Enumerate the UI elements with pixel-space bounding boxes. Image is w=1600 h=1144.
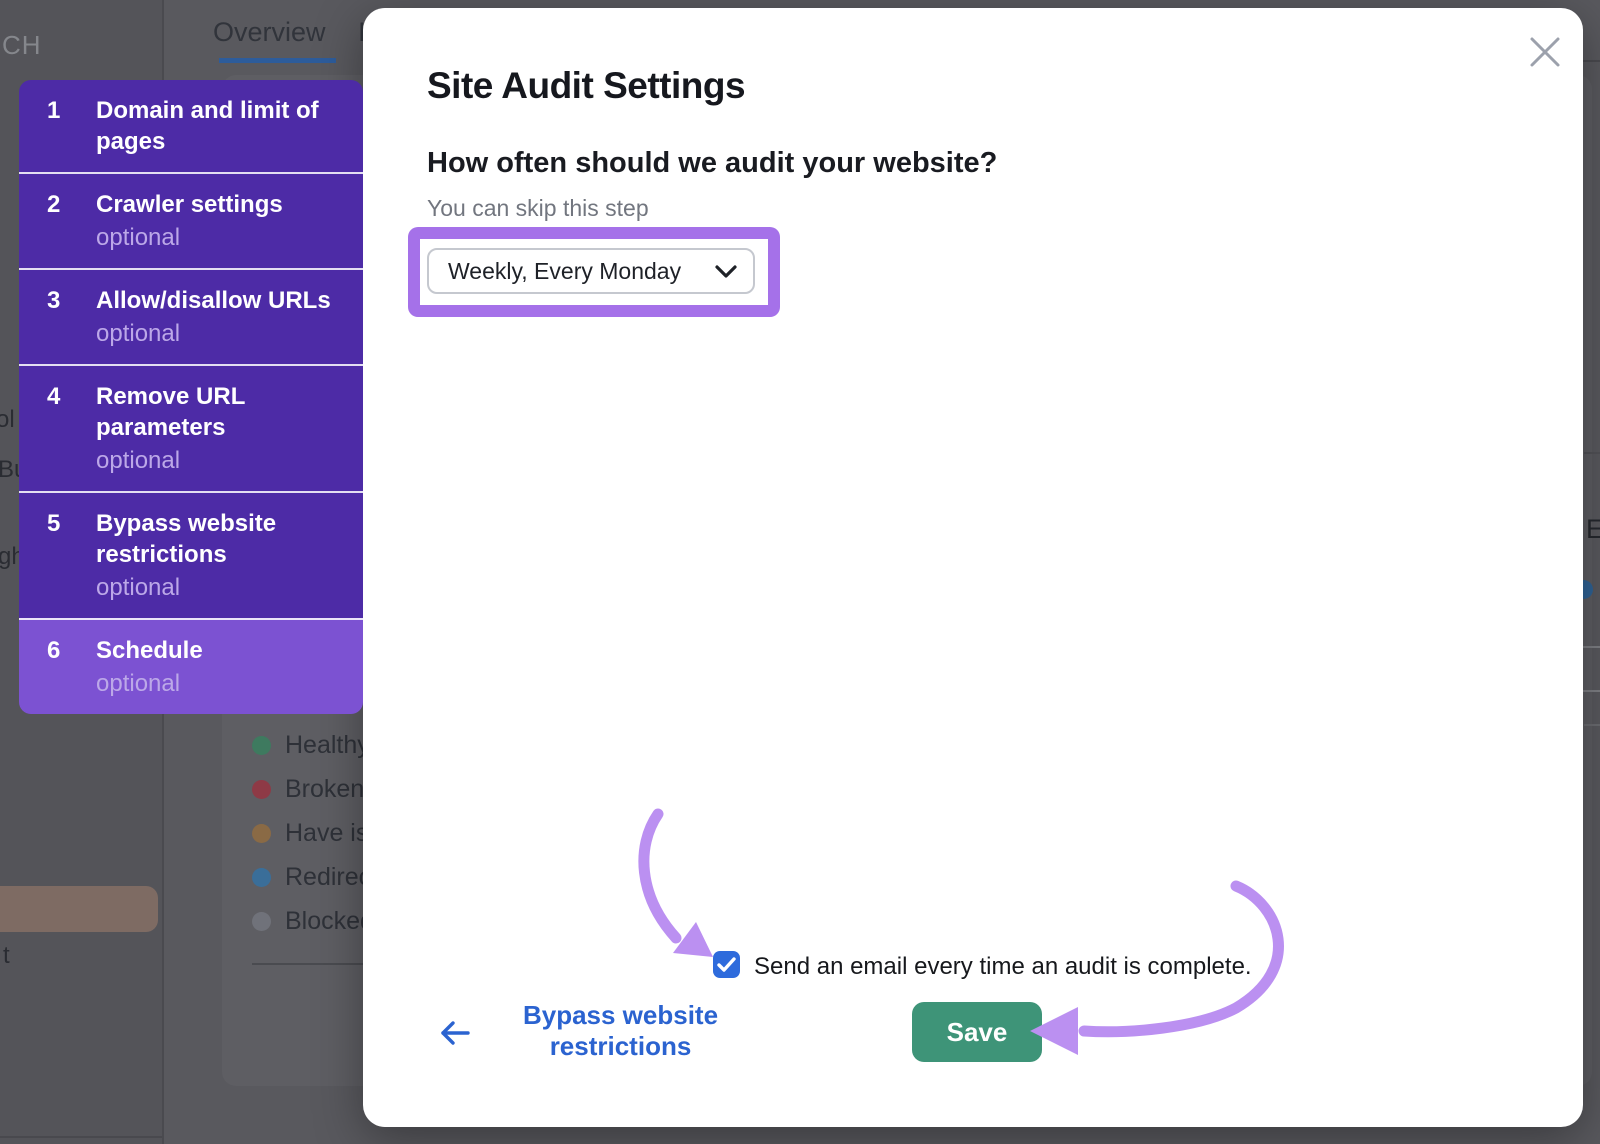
site-audit-settings-modal: Site Audit Settings How often should we … — [363, 8, 1583, 1127]
setup-steps-sidebar: 1 Domain and limit of pages 2 Crawler se… — [19, 80, 363, 714]
close-icon — [1529, 36, 1561, 68]
search-label-fragment: CH — [2, 30, 42, 61]
step-number: 3 — [47, 285, 87, 316]
broken-dot-icon — [252, 780, 271, 799]
step-title: Remove URL parameters — [96, 381, 344, 443]
backdrop-divider — [1583, 60, 1600, 62]
backdrop-text-fragment: E — [1586, 514, 1600, 545]
email-checkbox-label: Send an email every time an audit is com… — [754, 953, 1252, 981]
schedule-select-value: Weekly, Every Monday — [448, 258, 715, 285]
schedule-select[interactable]: Weekly, Every Monday — [427, 248, 755, 294]
bypass-link-line2: restrictions — [513, 1031, 728, 1062]
step-crawler-settings[interactable]: 2 Crawler settings optional — [19, 172, 363, 268]
rail-selected-row — [0, 886, 158, 932]
step-optional-label: optional — [96, 572, 343, 603]
checkmark-icon — [717, 957, 736, 972]
backdrop-divider — [1584, 452, 1600, 454]
step-remove-url-parameters[interactable]: 4 Remove URL parameters optional — [19, 364, 363, 491]
step-number: 4 — [47, 381, 87, 412]
screen: CH ol Bu gh t Overview I Healthy Broken … — [0, 0, 1600, 1144]
redirects-dot-icon — [252, 868, 271, 887]
step-optional-label: optional — [96, 445, 343, 476]
modal-title: Site Audit Settings — [427, 65, 745, 107]
arrow-left-icon — [438, 1020, 472, 1046]
close-button[interactable] — [1523, 30, 1567, 74]
step-number: 2 — [47, 189, 87, 220]
email-checkbox[interactable] — [713, 951, 740, 978]
step-title: Domain and limit of pages — [96, 95, 344, 157]
schedule-select-highlight-frame: Weekly, Every Monday — [408, 227, 780, 317]
rail-text-fragment: ol — [0, 406, 15, 434]
step-optional-label: optional — [96, 668, 343, 699]
step-bypass-website-restrictions[interactable]: 5 Bypass website restrictions optional — [19, 491, 363, 618]
step-number: 1 — [47, 95, 87, 126]
healthy-dot-icon — [252, 736, 271, 755]
step-title: Crawler settings — [96, 189, 344, 220]
step-schedule-active[interactable]: 6 Schedule optional — [19, 618, 363, 714]
step-allow-disallow-urls[interactable]: 3 Allow/disallow URLs optional — [19, 268, 363, 364]
step-number: 5 — [47, 508, 87, 539]
rail-text-fragment: t — [3, 942, 10, 970]
step-domain-and-limit[interactable]: 1 Domain and limit of pages — [19, 80, 363, 172]
step-title: Schedule — [96, 635, 344, 666]
step-number: 6 — [47, 635, 87, 666]
active-tab-underline — [219, 58, 336, 63]
blocked-dot-icon — [252, 912, 271, 931]
step-optional-label: optional — [96, 318, 343, 349]
step-title: Bypass website restrictions — [96, 508, 344, 570]
save-button[interactable]: Save — [912, 1002, 1042, 1062]
bypass-link-line1: Bypass website — [513, 1000, 728, 1031]
back-button[interactable] — [438, 1020, 472, 1051]
step-optional-label: optional — [96, 222, 343, 253]
step-title: Allow/disallow URLs — [96, 285, 344, 316]
bypass-website-restrictions-link[interactable]: Bypass website restrictions — [513, 1000, 728, 1062]
backdrop-divider — [1584, 724, 1600, 726]
rail-divider — [0, 1136, 164, 1138]
have-issues-dot-icon — [252, 824, 271, 843]
chevron-down-icon — [715, 265, 737, 278]
tab-overview[interactable]: Overview — [213, 17, 326, 48]
schedule-question: How often should we audit your website? — [427, 147, 997, 180]
skip-hint: You can skip this step — [427, 195, 649, 222]
